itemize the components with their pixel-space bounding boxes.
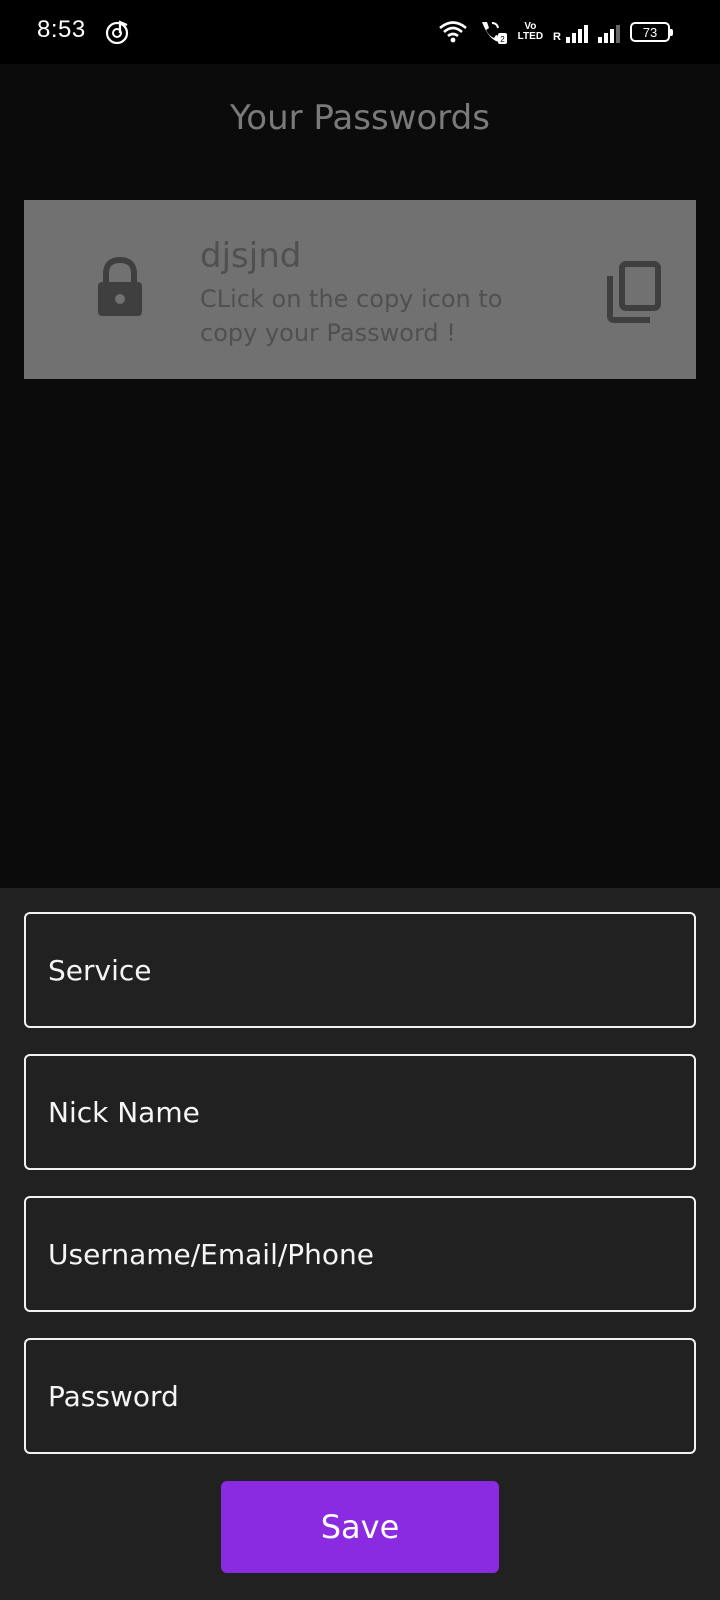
copy-icon[interactable] xyxy=(604,260,664,324)
signal-icon-secondary xyxy=(598,21,620,43)
music-icon xyxy=(105,20,129,45)
lock-icon xyxy=(98,256,142,316)
password-service-name: djsjnd xyxy=(200,236,302,276)
username-field[interactable] xyxy=(24,1196,696,1312)
password-card-hint: CLick on the copy icon to copy your Pass… xyxy=(200,285,503,347)
svg-text:2: 2 xyxy=(500,35,505,44)
roaming-indicator: R xyxy=(553,31,561,43)
signal-icon: R xyxy=(553,21,588,43)
volte-icon: Vo LTED xyxy=(517,21,544,42)
wifi-icon xyxy=(438,21,467,43)
wifi-calling-icon: 2 xyxy=(481,22,507,44)
status-icons: 2 Vo LTED R 73 xyxy=(438,18,673,46)
password-field[interactable] xyxy=(24,1338,696,1454)
password-input[interactable] xyxy=(26,1340,694,1452)
nickname-input[interactable] xyxy=(26,1056,694,1168)
service-field[interactable] xyxy=(24,912,696,1028)
status-bar: 8:53 2 Vo LTED R 73 xyxy=(0,0,720,64)
status-time: 8:53 xyxy=(37,16,86,43)
page-title: Your Passwords xyxy=(230,98,490,138)
battery-icon: 73 xyxy=(630,22,673,42)
save-button[interactable]: Save xyxy=(221,1481,499,1573)
battery-level: 73 xyxy=(642,24,658,40)
app-screen: 8:53 2 Vo LTED R 73 Your Passwords djsjn… xyxy=(0,0,720,1600)
nickname-field[interactable] xyxy=(24,1054,696,1170)
username-input[interactable] xyxy=(26,1198,694,1310)
password-card[interactable]: djsjnd CLick on the copy icon to copy yo… xyxy=(24,200,696,379)
service-input[interactable] xyxy=(26,914,694,1026)
add-password-form: Save xyxy=(0,888,720,1600)
app-header: Your Passwords xyxy=(0,64,720,176)
